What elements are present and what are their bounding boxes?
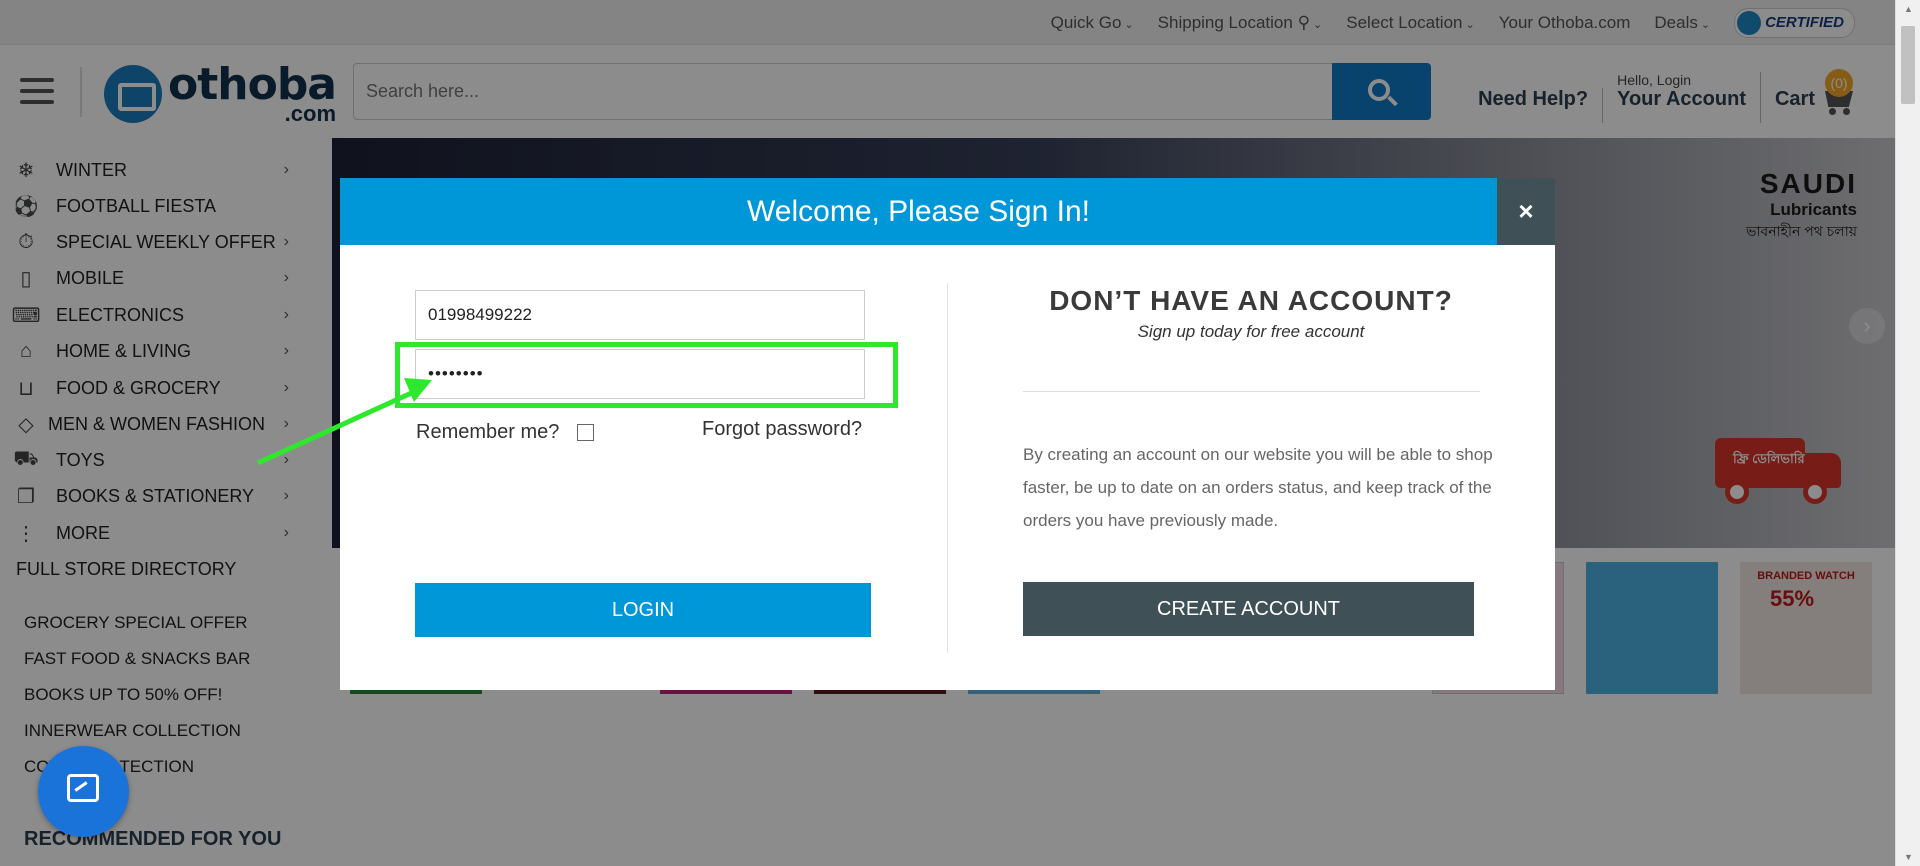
remember-me[interactable]: Remember me? xyxy=(416,421,595,444)
remember-me-checkbox[interactable] xyxy=(577,424,595,441)
sign-in-modal: Welcome, Please Sign In! × Remember me? … xyxy=(340,178,1555,690)
signup-separator xyxy=(1023,391,1480,392)
scroll-down-icon[interactable]: ▼ xyxy=(1896,848,1920,866)
remember-me-label: Remember me? xyxy=(416,421,560,443)
signup-heading: DON’T HAVE AN ACCOUNT? xyxy=(1049,285,1453,316)
login-button[interactable]: LOGIN xyxy=(415,583,871,637)
page-scrollbar[interactable]: ▲ ▼ xyxy=(1895,0,1920,866)
signup-description: By creating an account on our website yo… xyxy=(1023,445,1493,530)
signup-subheading: Sign up today for free account xyxy=(1137,322,1365,341)
annotation-highlight-box xyxy=(395,342,898,408)
forgot-password-link[interactable]: Forgot password? xyxy=(702,418,862,441)
chat-button[interactable] xyxy=(38,746,129,837)
modal-title: Welcome, Please Sign In! xyxy=(340,178,1497,245)
scroll-up-icon[interactable]: ▲ xyxy=(1896,0,1920,18)
username-field[interactable] xyxy=(415,290,865,340)
close-button[interactable]: × xyxy=(1497,178,1555,245)
close-icon: × xyxy=(1518,196,1534,226)
create-account-button[interactable]: CREATE ACCOUNT xyxy=(1023,582,1474,636)
scrollbar-thumb[interactable] xyxy=(1901,26,1915,104)
chat-icon xyxy=(67,774,99,802)
